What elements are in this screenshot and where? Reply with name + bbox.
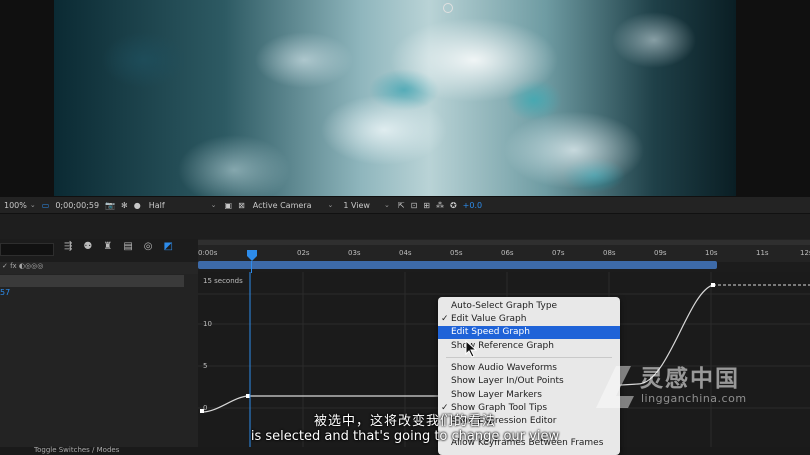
menu-item-label: Edit Value Graph <box>451 314 527 324</box>
playhead-marker-icon[interactable] <box>246 249 258 263</box>
checkmark-icon: ✓ <box>441 314 449 324</box>
layer-property-value[interactable]: 57 <box>0 288 10 297</box>
draft-3d-icon[interactable]: ⊞ <box>423 201 430 210</box>
work-area-bar[interactable] <box>198 261 717 269</box>
ruler-tick: 04s <box>399 249 412 257</box>
menu-item-label: Show Layer In/Out Points <box>451 376 564 386</box>
ruler-tick: 07s <box>552 249 565 257</box>
ruler-tick: 10s <box>705 249 718 257</box>
playhead-stem <box>251 261 252 273</box>
comp-mini-flowchart-icon[interactable]: ⇶ <box>64 241 72 252</box>
fast-preview-icon[interactable]: ▣ <box>225 201 233 210</box>
camera-dropdown[interactable]: Active Camera ⌄ <box>251 200 336 211</box>
composition-viewer[interactable] <box>0 0 810 197</box>
ruler-tick: 06s <box>501 249 514 257</box>
menu-item-label: Auto-Select Graph Type <box>451 301 558 311</box>
subtitle-english: is selected and that's going to change o… <box>250 429 560 444</box>
draft-3d-switch-icon[interactable]: ⚉ <box>83 241 92 252</box>
ruler-tick: 12s <box>800 249 810 257</box>
motion-blur-icon[interactable]: ◎ <box>144 241 153 252</box>
pixel-aspect-icon[interactable]: ⇱ <box>398 201 405 210</box>
layer-switch-columns: ✓ fx ◐◎◎◎ <box>0 262 198 274</box>
menu-item-label: Show Audio Waveforms <box>451 363 557 373</box>
frame-blending-icon[interactable]: ▤ <box>123 241 132 252</box>
camera-snapshot-icon[interactable]: 📷 <box>105 201 115 210</box>
timeline-switches: ⇶ ⚉ ♜ ▤ ◎ ◩ <box>64 241 173 252</box>
zoom-value: 100% <box>4 200 27 210</box>
region-of-interest-icon[interactable]: ▭ <box>42 201 50 210</box>
menu-item-label: Edit Speed Graph <box>451 327 530 337</box>
watermark-text: 灵感中国 <box>640 366 740 392</box>
layer-search-input[interactable] <box>0 243 54 256</box>
ruler-tick: 02s <box>297 249 310 257</box>
watermark-url: lingganchina.com <box>641 392 747 405</box>
graph-editor-icon[interactable]: ◩ <box>164 241 173 252</box>
chevron-down-icon: ⌄ <box>327 201 334 209</box>
chevron-down-icon: ⌄ <box>29 201 36 209</box>
mouse-cursor-icon <box>465 340 478 358</box>
chevron-down-icon: ⌄ <box>210 201 217 209</box>
ruler-tick: 05s <box>450 249 463 257</box>
resolution-dropdown[interactable]: Half ⌄ <box>147 200 219 211</box>
menu-item-edit-speed-graph[interactable]: Edit Speed Graph <box>438 326 620 339</box>
keyframe-handle <box>711 283 715 287</box>
chevron-down-icon: ⌄ <box>383 201 390 209</box>
ruler-tick: 0:00s <box>198 249 218 257</box>
zoom-dropdown[interactable]: 100% ⌄ <box>4 201 36 210</box>
ruler-tick: 08s <box>603 249 616 257</box>
viewer-toolbar: 100% ⌄ ▭ 0;00;00;59 📷 ✻ ● Half ⌄ ▣ ⊠ Act… <box>0 197 810 214</box>
ocean-footage-frame <box>54 0 736 196</box>
y-axis-label: 5 <box>203 362 208 370</box>
y-axis-label: 10 <box>203 320 212 328</box>
ruler-tick: 03s <box>348 249 361 257</box>
resolution-value: Half <box>148 200 165 210</box>
timecode-display[interactable]: 0;00;00;59 <box>55 201 99 210</box>
ruler-tick: 09s <box>654 249 667 257</box>
keyframe-handle <box>246 394 250 398</box>
menu-item-label: Show Layer Markers <box>451 390 542 400</box>
subtitle-chinese: 被选中，这将改变我们的看法 <box>313 414 496 429</box>
ruler-tick: 11s <box>756 249 769 257</box>
anchor-point-handle[interactable] <box>443 3 453 13</box>
view-layout-value: 1 View <box>343 200 370 210</box>
show-channel-icon[interactable]: ✻ <box>121 201 128 210</box>
timeline-panel-header <box>0 214 810 239</box>
shy-layers-icon[interactable]: ♜ <box>103 241 112 252</box>
flowchart-icon[interactable]: ⁂ <box>436 201 444 210</box>
color-channels-icon[interactable]: ● <box>134 201 141 210</box>
3d-renderer-icon[interactable]: ⊡ <box>411 201 418 210</box>
layer-row[interactable] <box>0 275 184 287</box>
y-axis-label: 15 seconds <box>203 277 243 285</box>
exposure-reset-icon[interactable]: ✪ <box>450 201 457 210</box>
menu-item-edit-value-graph[interactable]: ✓ Edit Value Graph <box>438 313 620 326</box>
toggle-switches-modes-button[interactable]: Toggle Switches / Modes <box>34 446 119 454</box>
time-navigator-bar[interactable] <box>198 240 810 245</box>
exposure-value[interactable]: +0.0 <box>463 201 482 210</box>
camera-value: Active Camera <box>252 200 312 210</box>
view-layout-dropdown[interactable]: 1 View ⌄ <box>341 200 392 211</box>
menu-item-auto-select-graph-type[interactable]: Auto-Select Graph Type <box>438 300 620 313</box>
transparency-grid-icon[interactable]: ⊠ <box>238 201 245 210</box>
